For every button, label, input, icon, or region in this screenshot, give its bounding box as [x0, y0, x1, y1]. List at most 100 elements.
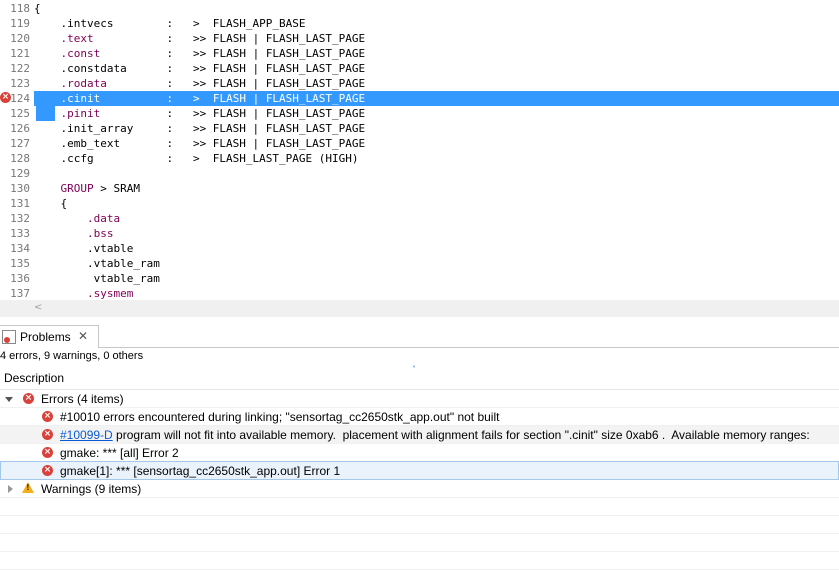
code-token: : > FLASH | FLASH_LAST_PAGE — [100, 92, 366, 105]
code-line[interactable]: 118 { — [0, 1, 839, 16]
code-text: GROUP > SRAM — [34, 181, 140, 196]
line-number: 125 — [10, 107, 30, 120]
error-marker-icon[interactable]: × — [0, 92, 11, 103]
code-line[interactable]: 135 .vtable_ram — [0, 256, 839, 271]
code-line[interactable]: 131 { — [0, 196, 839, 211]
tree-group-errors[interactable]: × Errors (4 items) — [0, 390, 839, 408]
code-token: .intvecs : > FLASH_APP_BASE — [34, 17, 306, 30]
close-icon[interactable]: ✕ — [78, 329, 88, 343]
error-icon: × — [23, 393, 34, 404]
line-number: 118 — [10, 2, 30, 15]
expand-toggle-icon[interactable] — [5, 397, 13, 402]
code-line[interactable]: 133 .bss — [0, 226, 839, 241]
tab-problems-label: Problems — [20, 330, 71, 344]
line-number: 121 — [10, 47, 30, 60]
warnings-group-label: Warnings (9 items) — [41, 482, 142, 496]
error-icon: × — [42, 447, 53, 458]
line-number: 131 — [10, 197, 30, 210]
code-text: .sysmem — [34, 286, 133, 300]
code-line[interactable]: 130 GROUP > SRAM — [0, 181, 839, 196]
code-token: : >> FLASH | FLASH_LAST_PAGE — [100, 47, 366, 60]
tab-problems[interactable]: Problems ✕ — [0, 325, 99, 348]
code-text: .const : >> FLASH | FLASH_LAST_PAGE — [34, 46, 366, 61]
code-line[interactable]: 124 × .cinit : > FLASH | FLASH_LAST_PAGE — [0, 91, 839, 106]
column-header-description[interactable]: Description ˄ — [0, 365, 839, 390]
code-text: .vtable — [34, 241, 133, 256]
line-number: 119 — [10, 17, 30, 30]
code-text: .bss — [34, 226, 114, 241]
code-line[interactable]: 129 — [0, 166, 839, 181]
code-line[interactable]: 119 .intvecs : > FLASH_APP_BASE — [0, 16, 839, 31]
error-message-text: program will not fit into available memo… — [112, 428, 810, 442]
code-line[interactable]: 120 .text : >> FLASH | FLASH_LAST_PAGE — [0, 31, 839, 46]
editor-horizontal-scrollbar[interactable]: < — [0, 300, 839, 317]
code-keyword: .bss — [86, 227, 114, 240]
code-text: .pinit : >> FLASH | FLASH_LAST_PAGE — [34, 106, 366, 121]
error-row-selected[interactable]: × gmake[1]: *** [sensortag_cc2650stk_app… — [0, 461, 839, 480]
code-token: : >> FLASH | FLASH_LAST_PAGE — [100, 107, 366, 120]
code-keyword: .cinit — [60, 92, 101, 105]
code-editor[interactable]: 118{119 .intvecs : > FLASH_APP_BASE 120 .… — [0, 0, 839, 300]
error-message: #10010 errors encountered during linking… — [60, 410, 500, 424]
code-line[interactable]: 121 .const : >> FLASH | FLASH_LAST_PAGE — [0, 46, 839, 61]
line-number: 129 — [10, 167, 30, 180]
code-token: .emb_text : >> FLASH | FLASH_LAST_PAGE — [34, 137, 366, 150]
code-keyword: .data — [86, 212, 121, 225]
line-number: 127 — [10, 137, 30, 150]
code-token: .vtable — [34, 242, 134, 255]
line-number: 122 — [10, 62, 30, 75]
code-text: .ccfg : > FLASH_LAST_PAGE (HIGH) — [34, 151, 358, 166]
empty-row — [0, 534, 839, 552]
line-number: 120 — [10, 32, 30, 45]
tree-group-warnings[interactable]: Warnings (9 items) — [0, 480, 839, 498]
error-icon: × — [42, 411, 53, 422]
expand-toggle-icon[interactable] — [8, 485, 13, 493]
empty-row — [0, 498, 839, 516]
code-text: { — [34, 196, 67, 211]
error-message: gmake: *** [all] Error 2 — [60, 446, 179, 460]
code-text: .data — [34, 211, 120, 226]
error-row[interactable]: × #10010 errors encountered during linki… — [0, 408, 839, 426]
code-line[interactable]: 127 .emb_text : >> FLASH | FLASH_LAST_PA… — [0, 136, 839, 151]
error-code-link[interactable]: #10099-D — [60, 428, 113, 442]
code-token: { — [34, 2, 41, 15]
code-text: { — [34, 1, 41, 16]
code-text: .cinit : > FLASH | FLASH_LAST_PAGE — [34, 91, 366, 106]
code-line[interactable]: 136 vtable_ram — [0, 271, 839, 286]
code-text: .text : >> FLASH | FLASH_LAST_PAGE — [34, 31, 366, 46]
line-number: 132 — [10, 212, 30, 225]
error-icon: × — [42, 429, 53, 440]
code-line[interactable]: 125 .pinit : >> FLASH | FLASH_LAST_PAGE — [0, 106, 839, 121]
sort-ascending-icon: ˄ — [412, 365, 416, 374]
code-line[interactable]: 123 .rodata : >> FLASH | FLASH_LAST_PAGE — [0, 76, 839, 91]
code-text: vtable_ram — [34, 271, 160, 286]
code-line[interactable]: 137 .sysmem — [0, 286, 839, 300]
column-header-label: Description — [4, 371, 65, 385]
line-number: 126 — [10, 122, 30, 135]
code-keyword: .const — [60, 47, 101, 60]
warning-icon — [22, 482, 34, 493]
line-number: 130 — [10, 182, 30, 195]
code-line[interactable]: 126 .init_array : >> FLASH | FLASH_LAST_… — [0, 121, 839, 136]
code-line[interactable]: 122 .constdata : >> FLASH | FLASH_LAST_P… — [0, 61, 839, 76]
code-token: .init_array : >> FLASH | FLASH_LAST_PAGE — [34, 122, 366, 135]
line-number: 136 — [10, 272, 30, 285]
error-row[interactable]: × gmake: *** [all] Error 2 — [0, 444, 839, 462]
error-row[interactable]: × #10099-D program will not fit into ava… — [0, 426, 839, 444]
error-icon: × — [42, 465, 53, 476]
error-message: gmake[1]: *** [sensortag_cc2650stk_app.o… — [60, 464, 341, 478]
code-line[interactable]: 128 .ccfg : > FLASH_LAST_PAGE (HIGH) — [0, 151, 839, 166]
problems-view: Problems ✕ 4 errors, 9 warnings, 0 other… — [0, 320, 839, 570]
line-number: 134 — [10, 242, 30, 255]
code-line[interactable]: 132 .data — [0, 211, 839, 226]
code-text: .intvecs : > FLASH_APP_BASE — [34, 16, 306, 31]
scroll-left-arrow-icon[interactable]: < — [34, 302, 42, 313]
empty-row — [0, 516, 839, 534]
code-keyword: .rodata — [60, 77, 107, 90]
code-token: .constdata : >> FLASH | FLASH_LAST_PAGE — [34, 62, 366, 75]
line-number: 135 — [10, 257, 30, 270]
code-line[interactable]: 134 .vtable — [0, 241, 839, 256]
